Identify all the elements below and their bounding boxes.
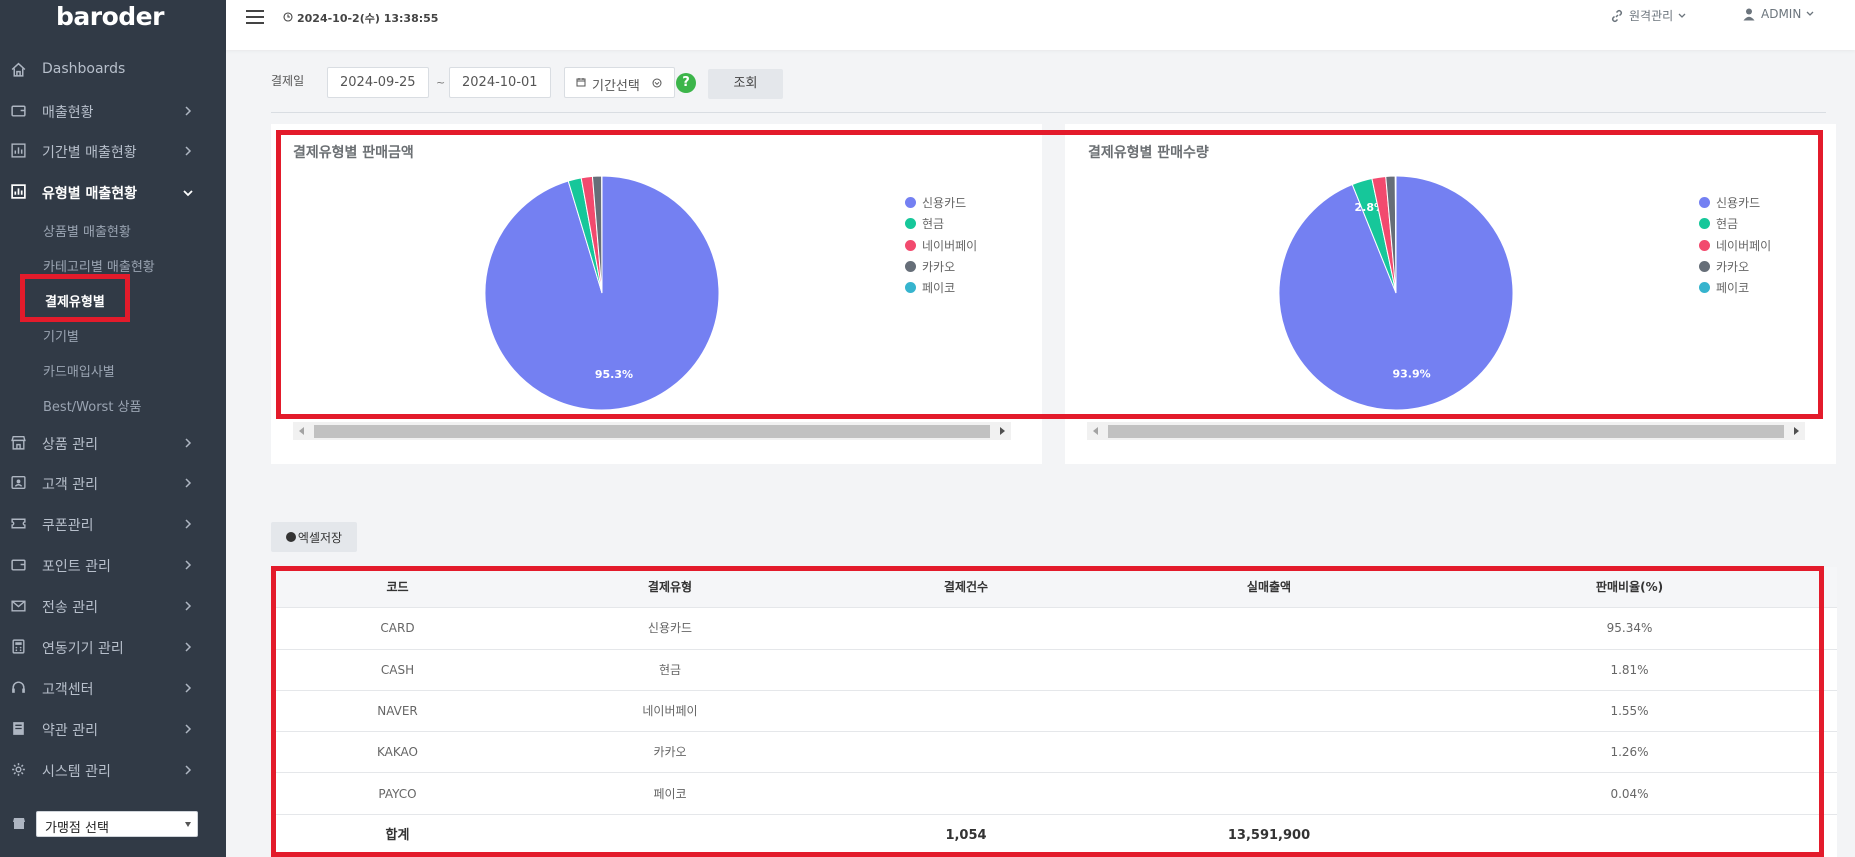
sidebar-item-label: 약관 관리 [42, 723, 98, 739]
sidebar-item-label: 연동기기 관리 [42, 641, 124, 657]
chevron-down-icon [1678, 13, 1686, 18]
sidebar-item-label: 시스템 관리 [42, 764, 111, 780]
end-date-input[interactable]: 2024-10-01 [449, 67, 551, 98]
sidebar-item-label: 고객 관리 [42, 477, 98, 493]
store-select[interactable]: 가맹점 선택 [36, 811, 198, 837]
caret-down-icon [185, 822, 191, 827]
contact-icon [11, 475, 26, 490]
chevron-right-icon [185, 146, 192, 156]
period-select-button[interactable]: 기간선택 [564, 67, 675, 98]
sidebar-subitem-device[interactable]: 기기별 [43, 326, 79, 345]
period-select-label: 기간선택 [592, 79, 640, 94]
user-label: ADMIN [1761, 7, 1802, 21]
remote-management-label: 원격관리 [1629, 9, 1674, 23]
chevron-right-icon [185, 765, 192, 775]
sidebar-subitem-category-sales[interactable]: 카테고리별 매출현황 [43, 256, 155, 275]
chevron-right-icon [185, 560, 192, 570]
sidebar-item-label: Dashboards [42, 61, 126, 77]
sidebar-item-coupons[interactable]: 쿠폰관리 [0, 506, 226, 542]
store-icon [13, 818, 25, 829]
highlight-box-nav [20, 274, 130, 322]
sidebar-item-messaging[interactable]: 전송 관리 [0, 588, 226, 624]
scroll-right-icon[interactable] [1794, 427, 1799, 435]
user-menu[interactable]: ADMIN [1742, 7, 1820, 21]
sidebar-item-label: 상품 관리 [42, 437, 98, 453]
link-icon [1611, 9, 1623, 22]
excel-export-label: 엑셀저장 [297, 530, 343, 545]
sidebar-subitem-card-acquirer[interactable]: 카드매입사별 [43, 361, 115, 380]
sidebar-item-customers[interactable]: 고객 관리 [0, 465, 226, 501]
scrollbar-thumb[interactable] [1108, 425, 1784, 438]
user-icon [1743, 8, 1755, 21]
ticket-icon [11, 518, 26, 529]
download-icon [285, 532, 296, 542]
sidebar-item-label: 매출현황 [42, 105, 94, 121]
sidebar-item-period-sales[interactable]: 기간별 매출현황 [0, 133, 226, 169]
scroll-left-icon[interactable] [1093, 427, 1098, 435]
chevron-right-icon [185, 106, 192, 116]
sidebar-item-devices[interactable]: 연동기기 관리 [0, 629, 226, 665]
sidebar-subitem-best-worst[interactable]: Best/Worst 상품 [43, 396, 141, 415]
highlight-box-table [271, 566, 1824, 857]
gear-icon [12, 763, 25, 776]
chevron-right-icon [185, 519, 192, 529]
wallet-icon [11, 105, 26, 117]
chevron-right-icon [185, 478, 192, 488]
topbar: 2024-10-2(수) 13:38:55 원격관리 ADMIN [226, 0, 1855, 50]
store-icon [11, 435, 26, 450]
chevron-right-icon [185, 683, 192, 693]
payment-date-label: 결제일 [271, 74, 305, 88]
sidebar-item-terms[interactable]: 약관 관리 [0, 711, 226, 747]
chevron-down-icon [1806, 11, 1814, 16]
clock-icon [283, 12, 293, 22]
chevron-down-icon [183, 190, 193, 197]
sidebar-item-points[interactable]: 포인트 관리 [0, 547, 226, 583]
scroll-left-icon[interactable] [299, 427, 304, 435]
sidebar-item-products[interactable]: 상품 관리 [0, 425, 226, 461]
sidebar-item-label: 기간별 매출현황 [42, 145, 137, 161]
sidebar-item-support[interactable]: 고객센터 [0, 670, 226, 706]
chevron-right-icon [185, 642, 192, 652]
search-button[interactable]: 조회 [708, 69, 783, 99]
chart-horizontal-scrollbar[interactable] [1087, 422, 1805, 440]
home-icon [11, 62, 26, 77]
chevron-right-icon [185, 438, 192, 448]
chevron-right-icon [185, 601, 192, 611]
book-icon [13, 722, 24, 735]
scroll-right-icon[interactable] [1000, 427, 1005, 435]
mail-icon [11, 600, 26, 612]
chart-horizontal-scrollbar[interactable] [293, 422, 1011, 440]
wallet-icon [11, 559, 26, 571]
help-icon[interactable]: ? [676, 73, 696, 93]
sidebar-item-sales[interactable]: 매출현황 [0, 93, 226, 129]
calendar-icon [576, 78, 586, 87]
highlight-box-charts [276, 130, 1823, 419]
calculator-icon [12, 639, 25, 654]
sidebar-subitem-product-sales[interactable]: 상품별 매출현황 [43, 221, 131, 240]
sidebar-item-system[interactable]: 시스템 관리 [0, 752, 226, 788]
sidebar-item-type-sales[interactable]: 유형별 매출현황 [0, 174, 226, 210]
sidebar: baroder Dashboards 매출현황 기간별 매출현황 유형별 매출현… [0, 0, 226, 857]
menu-toggle-icon[interactable] [246, 10, 264, 24]
chevron-circle-down-icon [652, 78, 662, 88]
bar-chart-icon [11, 143, 26, 158]
divider [271, 112, 1826, 113]
current-datetime: 2024-10-2(수) 13:38:55 [297, 12, 439, 25]
sidebar-item-label: 전송 관리 [42, 600, 98, 616]
sidebar-item-label: 유형별 매출현황 [42, 186, 138, 202]
excel-export-button[interactable]: 엑셀저장 [271, 522, 357, 552]
store-select-value: 가맹점 선택 [45, 821, 109, 836]
sidebar-item-dashboards[interactable]: Dashboards [0, 52, 226, 88]
headset-icon [12, 681, 25, 693]
sidebar-item-label: 고객센터 [42, 682, 94, 698]
remote-management-menu[interactable]: 원격관리 [1609, 7, 1691, 24]
chart-icon [11, 184, 26, 199]
sidebar-item-label: 포인트 관리 [42, 559, 111, 575]
chevron-right-icon [185, 724, 192, 734]
date-range-separator: ~ [436, 76, 446, 89]
start-date-input[interactable]: 2024-09-25 [327, 67, 429, 98]
sidebar-item-label: 쿠폰관리 [42, 518, 94, 534]
scrollbar-thumb[interactable] [314, 425, 990, 438]
app-logo[interactable]: baroder [56, 2, 164, 31]
